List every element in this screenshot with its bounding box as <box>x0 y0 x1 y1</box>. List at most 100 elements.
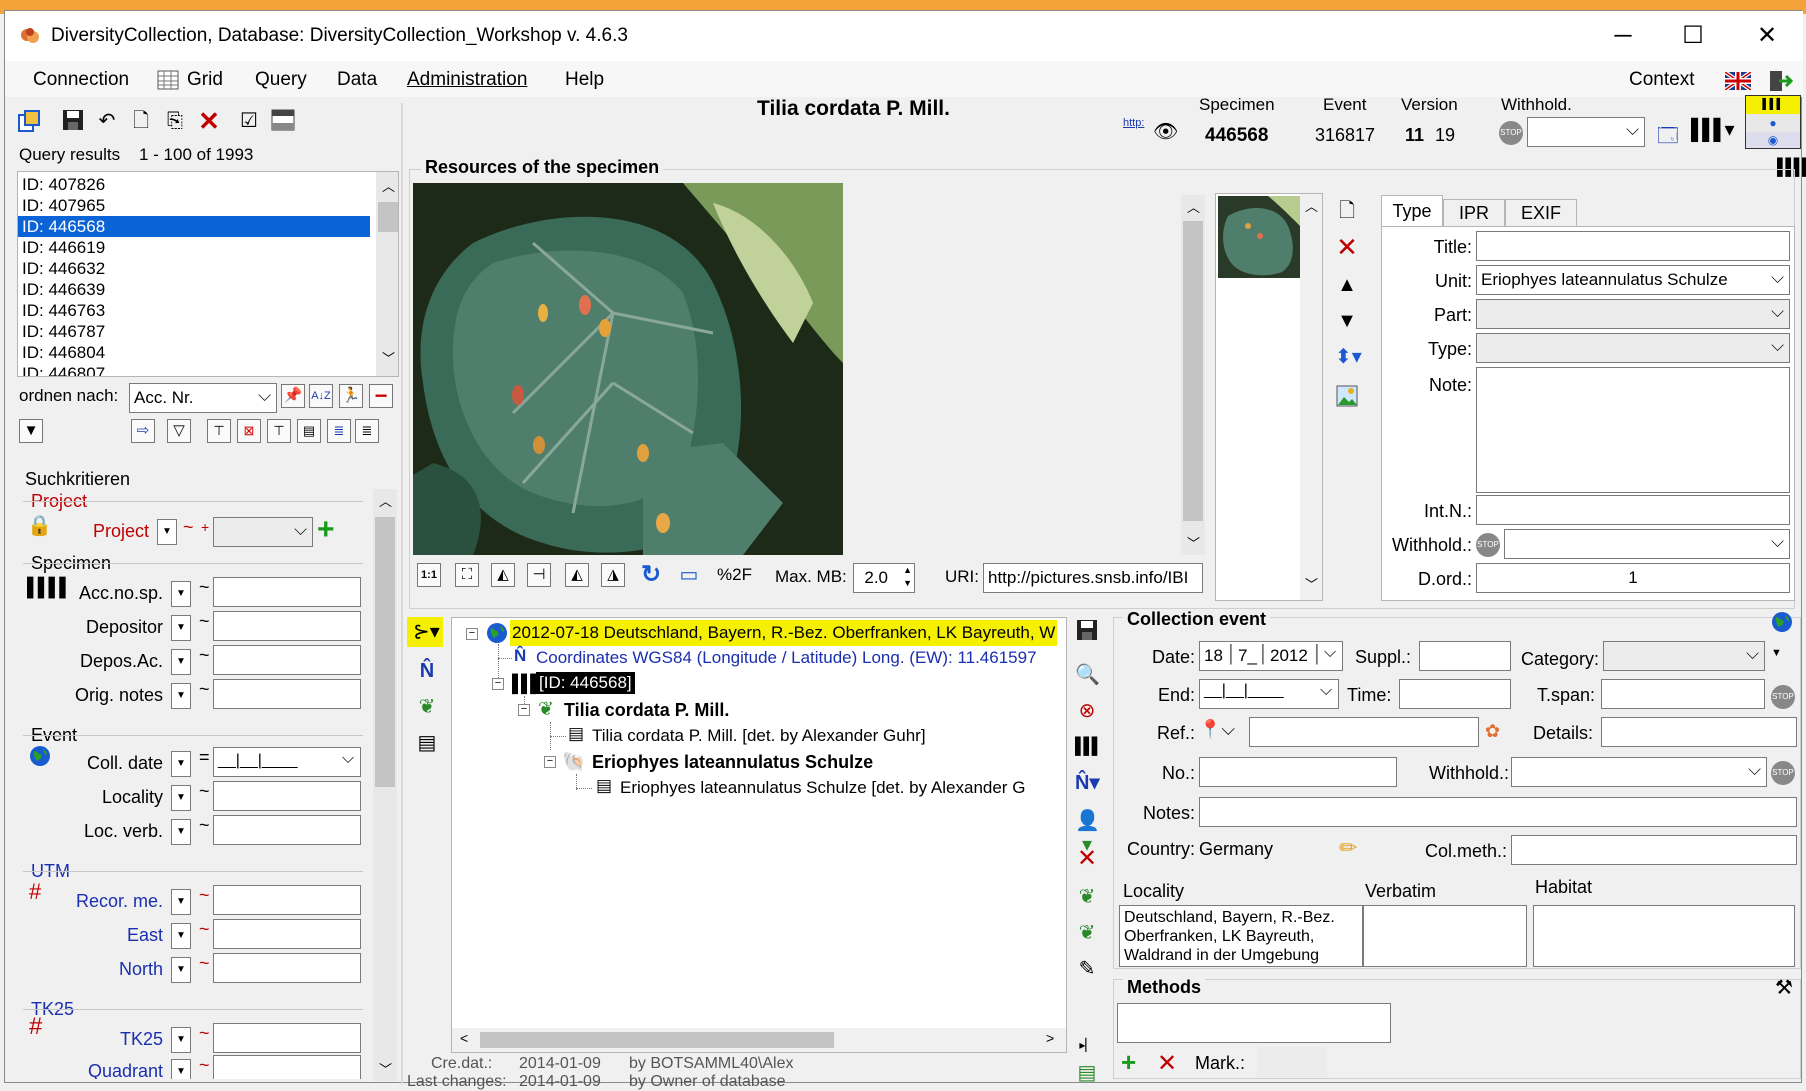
uk-flag-icon[interactable] <box>1725 72 1751 90</box>
methods-input[interactable] <box>1117 1003 1391 1043</box>
mark-field[interactable] <box>1257 1047 1327 1077</box>
maximize-button[interactable]: ☐ <box>1663 17 1723 55</box>
tree-node-coordinates[interactable]: Coordinates WGS84 (Longitude / Latitude)… <box>536 648 1037 668</box>
new-query-icon[interactable] <box>17 109 41 133</box>
suppl-input[interactable] <box>1419 641 1511 671</box>
depositor-input[interactable] <box>213 611 361 641</box>
order-by-select[interactable]: Acc. Nr. <box>129 382 277 413</box>
withhold-header-select[interactable] <box>1527 116 1645 147</box>
menu-context[interactable]: Context <box>1629 69 1694 91</box>
tab-type[interactable]: Type <box>1381 195 1443 227</box>
tab-exif[interactable]: EXIF <box>1505 199 1577 227</box>
add-part-icon[interactable]: ✎ <box>1075 957 1099 981</box>
locality-operator[interactable]: ▼ <box>171 785 191 811</box>
add-unit-icon[interactable]: ❦ <box>1075 885 1099 909</box>
depos-ac-input[interactable] <box>213 645 361 675</box>
image-scroll-up-icon[interactable]: ︿ <box>1187 197 1200 216</box>
minimize-button[interactable]: ─ <box>1593 17 1653 55</box>
image-scrollbar[interactable]: ︿ ﹀ <box>1181 195 1205 555</box>
res-unit-select[interactable]: Eriophyes lateannulatus Schulze <box>1476 264 1790 295</box>
search-scroll-up-icon[interactable]: ︿ <box>379 491 392 510</box>
uri-input[interactable]: http://pictures.snsb.info/IBI <box>983 563 1203 593</box>
filter-table-icon[interactable]: ▤ <box>297 419 321 443</box>
tree-expander[interactable]: − <box>466 628 478 640</box>
rotate-right-icon[interactable]: ◮ <box>601 563 625 587</box>
menu-grid[interactable]: Grid <box>187 69 223 91</box>
remove-method-icon[interactable]: ✕ <box>1157 1049 1177 1078</box>
query-results-list[interactable]: ID: 407826 ID: 407965 ID: 446568 ID: 446619… <box>17 171 399 377</box>
list-detail-icon[interactable]: ≣ <box>355 419 379 443</box>
image-scroll-thumb[interactable] <box>1183 221 1203 521</box>
tree-node-specimen[interactable]: [ID: 446568] <box>536 672 635 694</box>
query-result-item[interactable]: ID: 446787 <box>18 321 370 342</box>
search-scroll-down-icon[interactable]: ﹀ <box>379 1059 392 1078</box>
loc-verb-input[interactable] <box>213 815 361 845</box>
thumbnail-list[interactable]: ︿ ﹀ <box>1215 193 1323 601</box>
runner-icon[interactable]: 🏃 <box>339 384 363 408</box>
notes-input[interactable] <box>1199 797 1797 827</box>
tree-expander[interactable]: − <box>518 704 530 716</box>
edit-country-icon[interactable]: ✏ <box>1339 835 1357 861</box>
menu-query[interactable]: Query <box>255 69 307 91</box>
search-icon[interactable]: 🔍 <box>1075 663 1100 687</box>
view-switch[interactable]: ▌▌▌ ● ◉ <box>1745 95 1801 149</box>
menu-administration[interactable]: Administration <box>407 69 527 91</box>
refresh-icon[interactable]: ↻ <box>639 563 663 587</box>
end-date-input[interactable]: __|__|____ ⌵ <box>1199 679 1339 709</box>
panel-splitter[interactable] <box>401 103 403 1084</box>
barcode-print-icon[interactable]: ▌▌▌▾ <box>1691 117 1735 142</box>
ref-link-icon[interactable]: ✿ <box>1485 721 1500 742</box>
recor-me-input[interactable] <box>213 885 361 915</box>
filter-add-icon[interactable]: ⊤ <box>207 419 231 443</box>
checkbox-icon[interactable]: ☑ <box>237 109 261 133</box>
res-intn-input[interactable] <box>1476 495 1790 525</box>
sort-icon[interactable]: ⬍▾ <box>1335 345 1362 369</box>
event-globe-icon[interactable] <box>1771 611 1793 633</box>
filter-icon[interactable]: ▽ <box>167 419 191 443</box>
zoom-fit-icon[interactable]: ⛶ <box>455 563 479 587</box>
res-dord-input[interactable]: 1 <box>1476 563 1790 593</box>
results-scrollbar[interactable]: ︿ ﹀ <box>376 172 398 376</box>
details-input[interactable] <box>1601 717 1797 747</box>
orig-notes-input[interactable] <box>213 679 361 709</box>
add-agent-icon[interactable]: 👤▾ <box>1075 809 1100 856</box>
tree-coordinates-icon[interactable]: N̂▾ <box>1075 771 1099 795</box>
remove-order-icon[interactable]: − <box>369 384 393 408</box>
leaf-icon[interactable]: ❦ <box>415 695 439 719</box>
res-withhold-select[interactable] <box>1504 528 1790 559</box>
new-document-icon[interactable]: 🗋 <box>129 109 153 133</box>
rotate-left-icon[interactable]: ◭ <box>565 563 589 587</box>
copy-icon[interactable]: ⎘ <box>163 109 187 133</box>
http-link[interactable]: http: <box>1123 117 1144 129</box>
query-result-item[interactable]: ID: 446568 <box>18 216 370 237</box>
quadrant-input[interactable] <box>213 1055 361 1079</box>
orig-notes-operator[interactable]: ▼ <box>171 683 191 709</box>
search-scroll-thumb[interactable] <box>375 517 395 787</box>
coll-date-operator[interactable]: ▼ <box>171 751 191 777</box>
flip-horizontal-icon[interactable]: ◭ <box>491 563 515 587</box>
scroll-down-icon[interactable]: ﹀ <box>382 348 395 367</box>
new-resource-icon[interactable]: 🗋 <box>1335 199 1359 223</box>
form-icon[interactable] <box>271 109 295 133</box>
undo-icon[interactable]: ↶ <box>95 109 119 133</box>
query-result-item[interactable]: ID: 407965 <box>18 195 370 216</box>
barcode-view-icon[interactable]: ▌▌▌ <box>1746 96 1800 114</box>
add-project-icon[interactable]: + <box>317 513 335 547</box>
tree-barcode-icon[interactable]: ▌▌▌ <box>1075 735 1103 759</box>
save-icon[interactable] <box>61 109 85 133</box>
start-query-icon[interactable]: ⇨ <box>131 419 155 443</box>
no-input[interactable] <box>1199 757 1397 787</box>
filter-list-icon[interactable]: ⊤ <box>267 419 291 443</box>
habitat-textarea[interactable] <box>1533 905 1795 967</box>
thumbnail-image[interactable] <box>1218 196 1300 278</box>
delete-resource-icon[interactable]: ✕ <box>1335 234 1359 260</box>
map-view-icon[interactable]: ◉ <box>1746 132 1800 148</box>
tree-save-icon[interactable] <box>1075 619 1099 643</box>
recor-me-operator[interactable]: ▼ <box>171 889 191 915</box>
tree-delete-icon[interactable]: ✕ <box>1075 847 1099 871</box>
depos-ac-operator[interactable]: ▼ <box>171 649 191 675</box>
add-note-icon[interactable]: ▤ <box>1075 1061 1099 1085</box>
menu-help[interactable]: Help <box>565 69 604 91</box>
ref-input[interactable] <box>1249 717 1479 747</box>
menu-data[interactable]: Data <box>337 69 377 91</box>
